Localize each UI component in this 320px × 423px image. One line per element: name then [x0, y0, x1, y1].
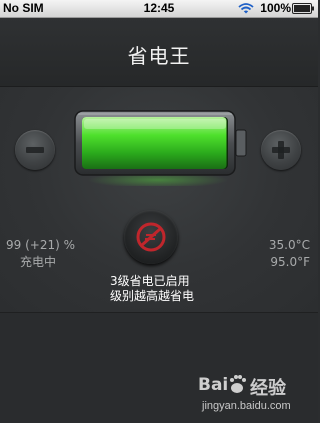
power-mode-line-1: 3级省电已启用 — [110, 274, 190, 288]
battery-panel: 99 (+21) % 充电中 35.0°C 95.0°F 3级省电已启用 级别越… — [0, 87, 318, 313]
minus-icon — [26, 147, 44, 153]
status-battery-percent: 100% — [260, 1, 291, 15]
app-header: 省电王 — [0, 18, 318, 87]
battery-level-graphic — [74, 110, 247, 186]
plus-icon — [272, 141, 290, 159]
wifi-icon — [238, 3, 254, 14]
temperature-fahrenheit: 95.0°F — [270, 255, 310, 269]
app-title: 省电王 — [127, 44, 191, 68]
charge-percent: 99 (+21) % — [6, 238, 75, 252]
watermark-brand: 经验 — [250, 378, 286, 399]
status-bar: No SIM 12:45 100% — [0, 0, 318, 18]
increase-level-button[interactable] — [261, 130, 301, 170]
power-mode-message: 3级省电已启用 级别越高越省电 — [110, 274, 250, 304]
decrease-level-button[interactable] — [15, 130, 55, 170]
app-screen: No SIM 12:45 100% 省电王 99 (+21) % 充电中 35.… — [0, 0, 318, 423]
watermark-url: jingyan.baidu.com — [202, 400, 291, 412]
baidu-paw-logo: Bai — [198, 375, 246, 395]
power-save-icon — [136, 222, 166, 252]
charge-status: 充电中 — [20, 255, 57, 269]
temperature-celsius: 35.0°C — [268, 238, 310, 252]
power-save-button[interactable] — [124, 210, 178, 264]
power-mode-line-2: 级别越高越省电 — [110, 289, 195, 303]
baidu-jingyan-watermark: Bai 经验 jingyan.baidu.com — [198, 370, 316, 420]
svg-text:Bai: Bai — [198, 375, 228, 395]
battery-full-icon — [292, 3, 314, 14]
